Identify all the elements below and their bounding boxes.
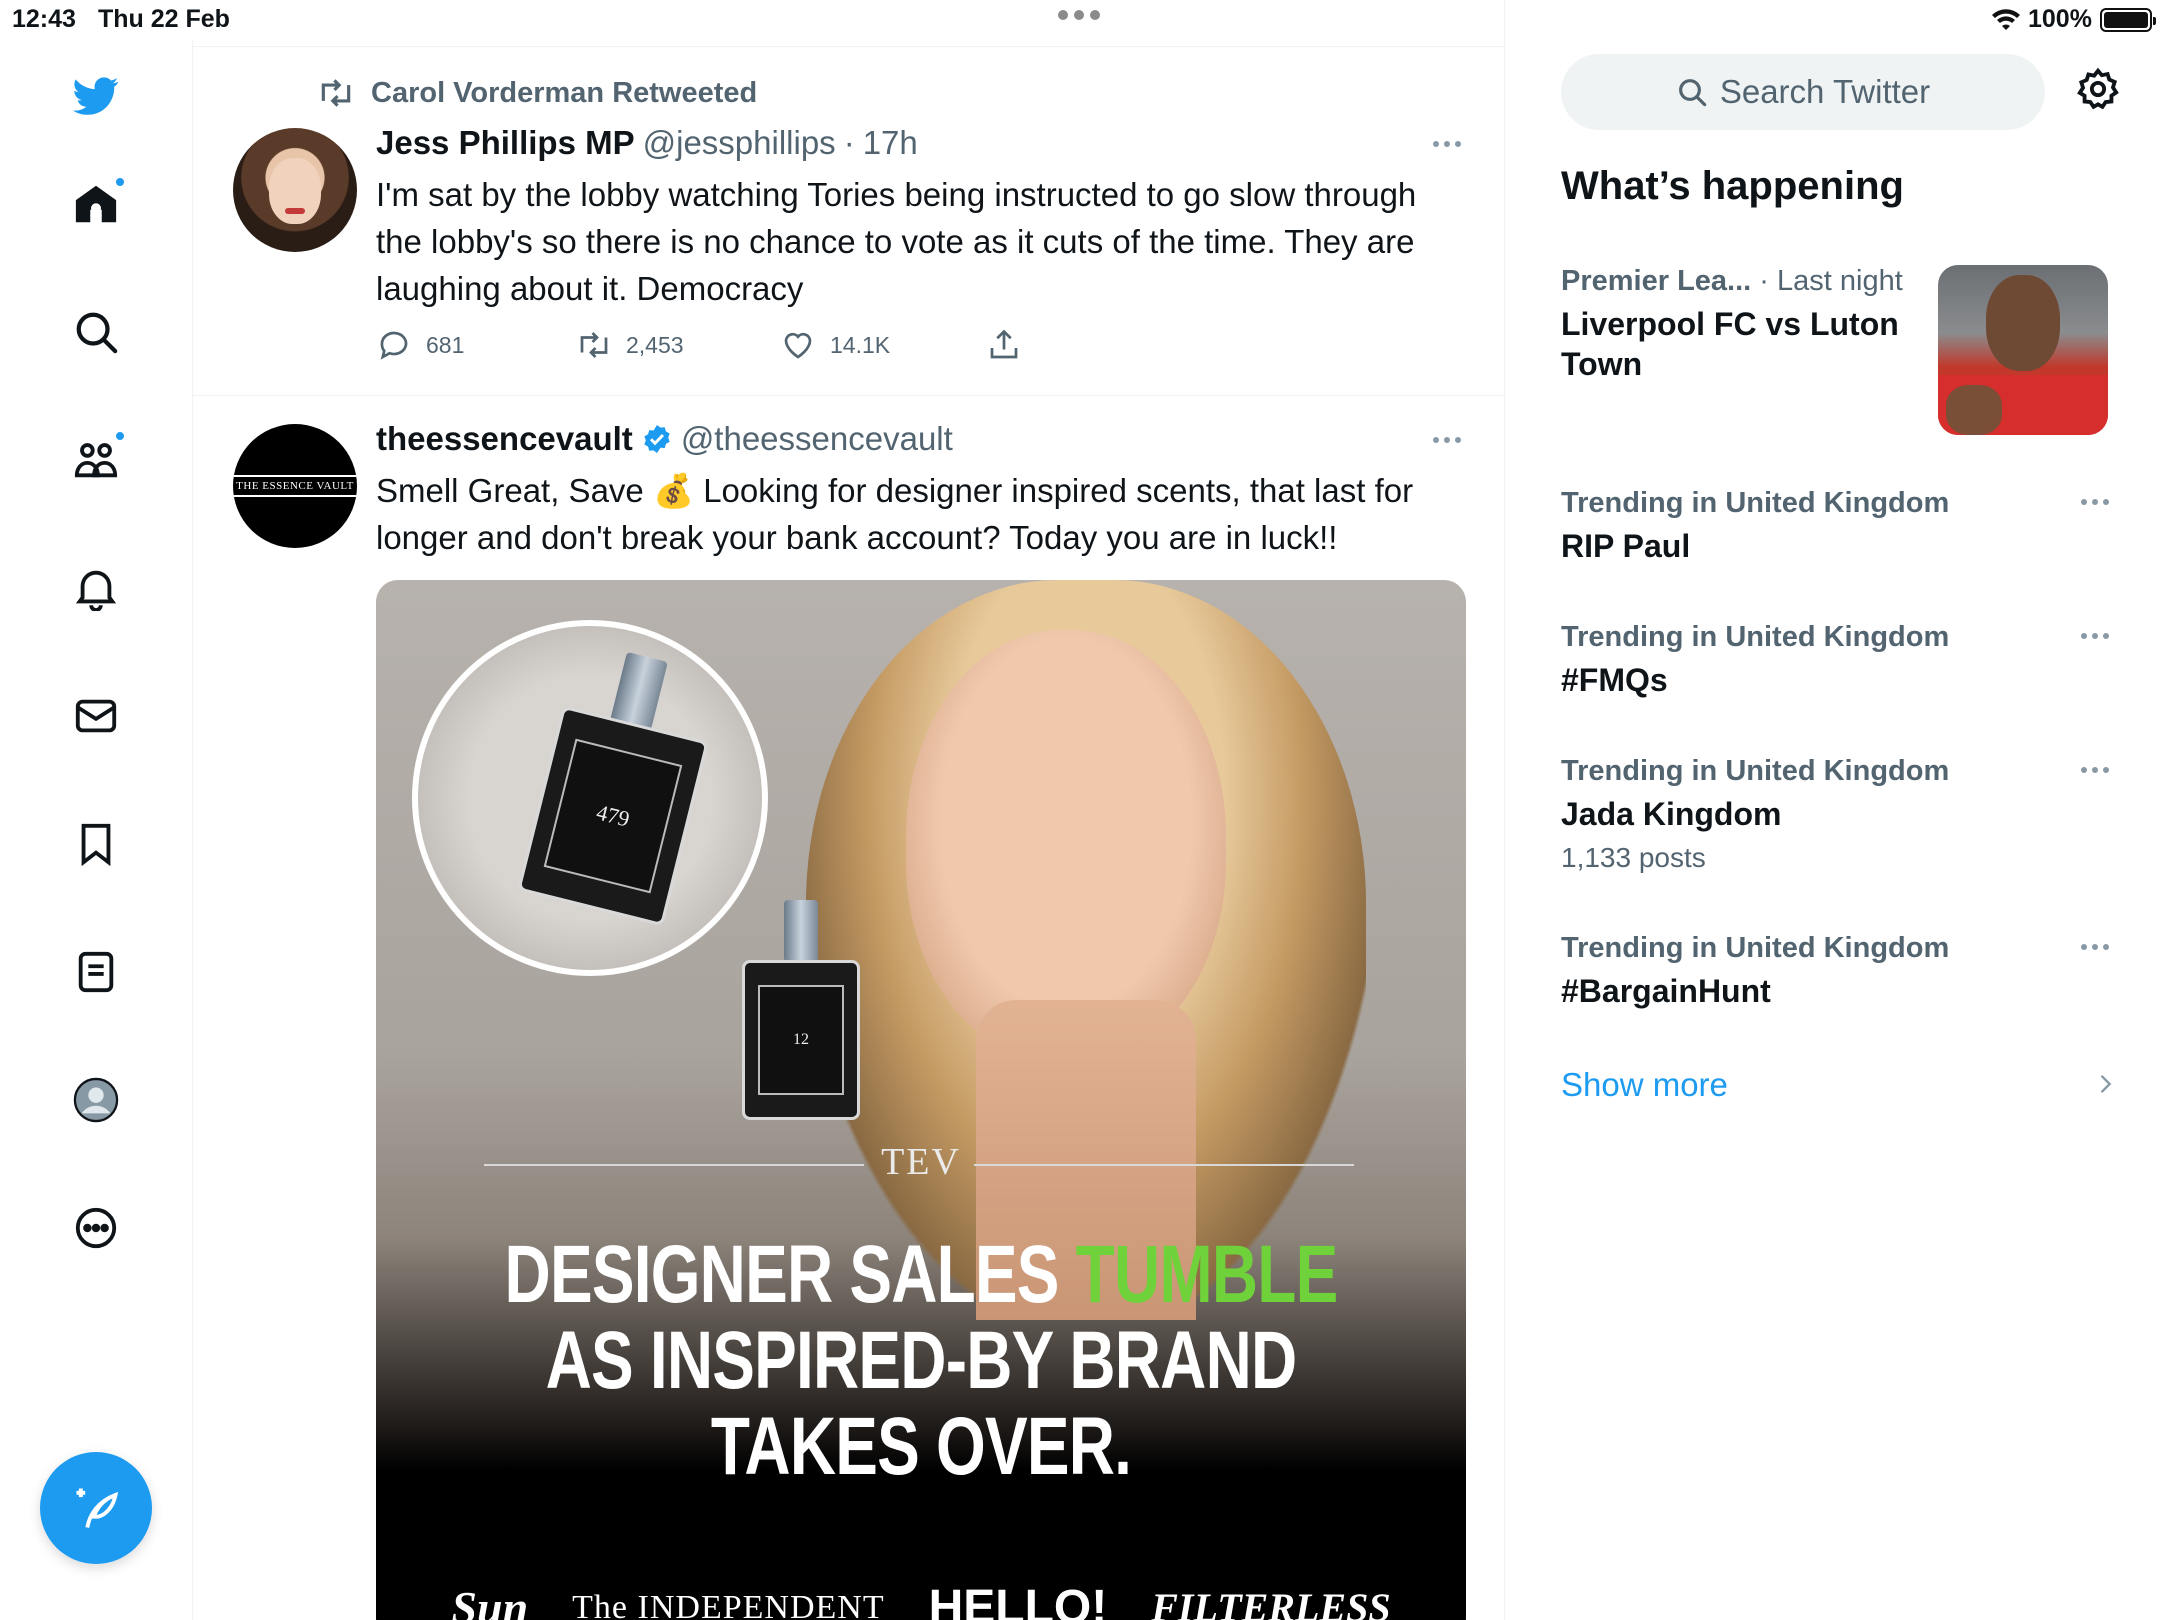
perfume-bottle: 12 (742, 960, 860, 1120)
trend-more-button[interactable] (2081, 633, 2109, 639)
trend-more-button[interactable] (2081, 499, 2109, 505)
timeline: Carol Vorderman Retweeted Jess Phillips … (193, 0, 1505, 1620)
trend-more-button[interactable] (2081, 767, 2109, 773)
trend-topic: RIP Paul (1561, 528, 1691, 564)
author-handle[interactable]: @theessencevault (681, 420, 953, 458)
trend-context: Trending in United Kingdom (1561, 932, 1950, 964)
gear-icon (2077, 67, 2119, 110)
tweet-text: Smell Great, Save 💰 Looking for designer… (376, 472, 1414, 556)
verified-badge-icon (644, 425, 670, 453)
compose-button[interactable] (40, 1452, 152, 1564)
trend-post-count: 1,133 posts (1561, 842, 1706, 873)
trend-item[interactable]: Trending in United Kingdom Jada Kingdom … (1561, 755, 2121, 874)
profile-avatar-icon[interactable] (62, 1066, 130, 1134)
right-sidebar: Search Twitter What’s happening Premier … (1505, 0, 2160, 1620)
communities-icon[interactable] (62, 426, 130, 494)
show-more-link[interactable]: Show more (1561, 1066, 1728, 1104)
brand-mark: TEV (881, 1141, 961, 1183)
status-time: 12:43 (12, 5, 76, 33)
tweet-essence-vault[interactable]: THE ESSENCE VAULT theessencevault @thees… (193, 0, 1504, 1620)
compose-feather-icon (76, 1488, 119, 1528)
mail-icon[interactable] (62, 682, 130, 750)
trend-item[interactable]: Trending in United Kingdom #FMQs (1561, 621, 2121, 700)
trend-context: Trending in United Kingdom (1561, 487, 1950, 519)
settings-button[interactable] (2075, 66, 2127, 118)
press-logos: Sun The INDEPENDENT HELLO! FILTERLESS (376, 1580, 1466, 1620)
trend-topic: #BargainHunt (1561, 973, 1771, 1009)
trend-item[interactable]: Trending in United Kingdom #BargainHunt (1561, 932, 2121, 1011)
bookmark-icon[interactable] (62, 810, 130, 878)
model-face (906, 630, 1226, 1060)
trend-context: Trending in United Kingdom (1561, 621, 1950, 653)
tweet-more-button[interactable] (1433, 430, 1473, 450)
promo-image[interactable]: 479 12 TEV DESIGNER SALES TUMBLE AS INSP… (376, 580, 1466, 1620)
chevron-right-icon (2100, 1075, 2112, 1093)
trend-category: Premier Lea... (1561, 265, 1752, 297)
home-icon[interactable] (62, 170, 130, 238)
search-input[interactable]: Search Twitter (1561, 54, 2045, 130)
trend-time: · Last night (1759, 265, 1903, 297)
whats-happening-title: What’s happening (1561, 164, 1904, 208)
avatar[interactable]: THE ESSENCE VAULT (233, 424, 357, 548)
tweet-header: theessencevault @theessencevault (376, 420, 953, 458)
logo-filterless: FILTERLESS (1151, 1585, 1391, 1620)
trend-topic: Liverpool FC vs Luton Town (1561, 306, 1899, 382)
logo-the-sun: Sun (451, 1582, 529, 1620)
headline-line-2: AS INSPIRED-BY BRAND (545, 1315, 1298, 1406)
app-root: 12:43 Thu 22 Feb 100% Carol Vorderman Re… (0, 0, 2160, 1620)
search-icon (1678, 79, 1707, 107)
trend-more-button[interactable] (2081, 944, 2109, 950)
bell-icon[interactable] (62, 554, 130, 622)
bottle-number-479: 479 (543, 738, 683, 894)
left-navigation (0, 40, 193, 1620)
bottle-number-12: 12 (758, 984, 844, 1096)
promo-headline: DESIGNER SALES TUMBLE AS INSPIRED-BY BRA… (496, 1232, 1346, 1490)
author-name[interactable]: theessencevault (376, 420, 633, 458)
trend-topic: Jada Kingdom (1561, 796, 1782, 832)
search-placeholder: Search Twitter (1719, 73, 1931, 110)
lists-icon[interactable] (62, 938, 130, 1006)
headline-line-1: DESIGNER SALES (504, 1229, 1076, 1320)
headline-line-3: TAKES OVER. (710, 1401, 1132, 1492)
avatar-brand-text: THE ESSENCE VAULT (233, 475, 357, 497)
trend-topic: #FMQs (1561, 662, 1668, 698)
home-notification-dot (114, 176, 126, 188)
bottle-closeup-circle: 479 (412, 620, 768, 976)
trend-context: Trending in United Kingdom (1561, 755, 1950, 787)
communities-notification-dot (114, 430, 126, 442)
logo-hello: HELLO! (928, 1581, 1108, 1620)
trend-item[interactable]: Trending in United Kingdom RIP Paul (1561, 487, 2121, 566)
twitter-bird-icon[interactable] (62, 62, 130, 130)
more-circle-icon[interactable] (62, 1194, 130, 1262)
logo-the-independent: The INDEPENDENT (572, 1588, 885, 1620)
trend-thumbnail[interactable] (1938, 265, 2108, 435)
headline-highlight: TUMBLE (1075, 1229, 1339, 1320)
search-icon[interactable] (62, 298, 130, 366)
